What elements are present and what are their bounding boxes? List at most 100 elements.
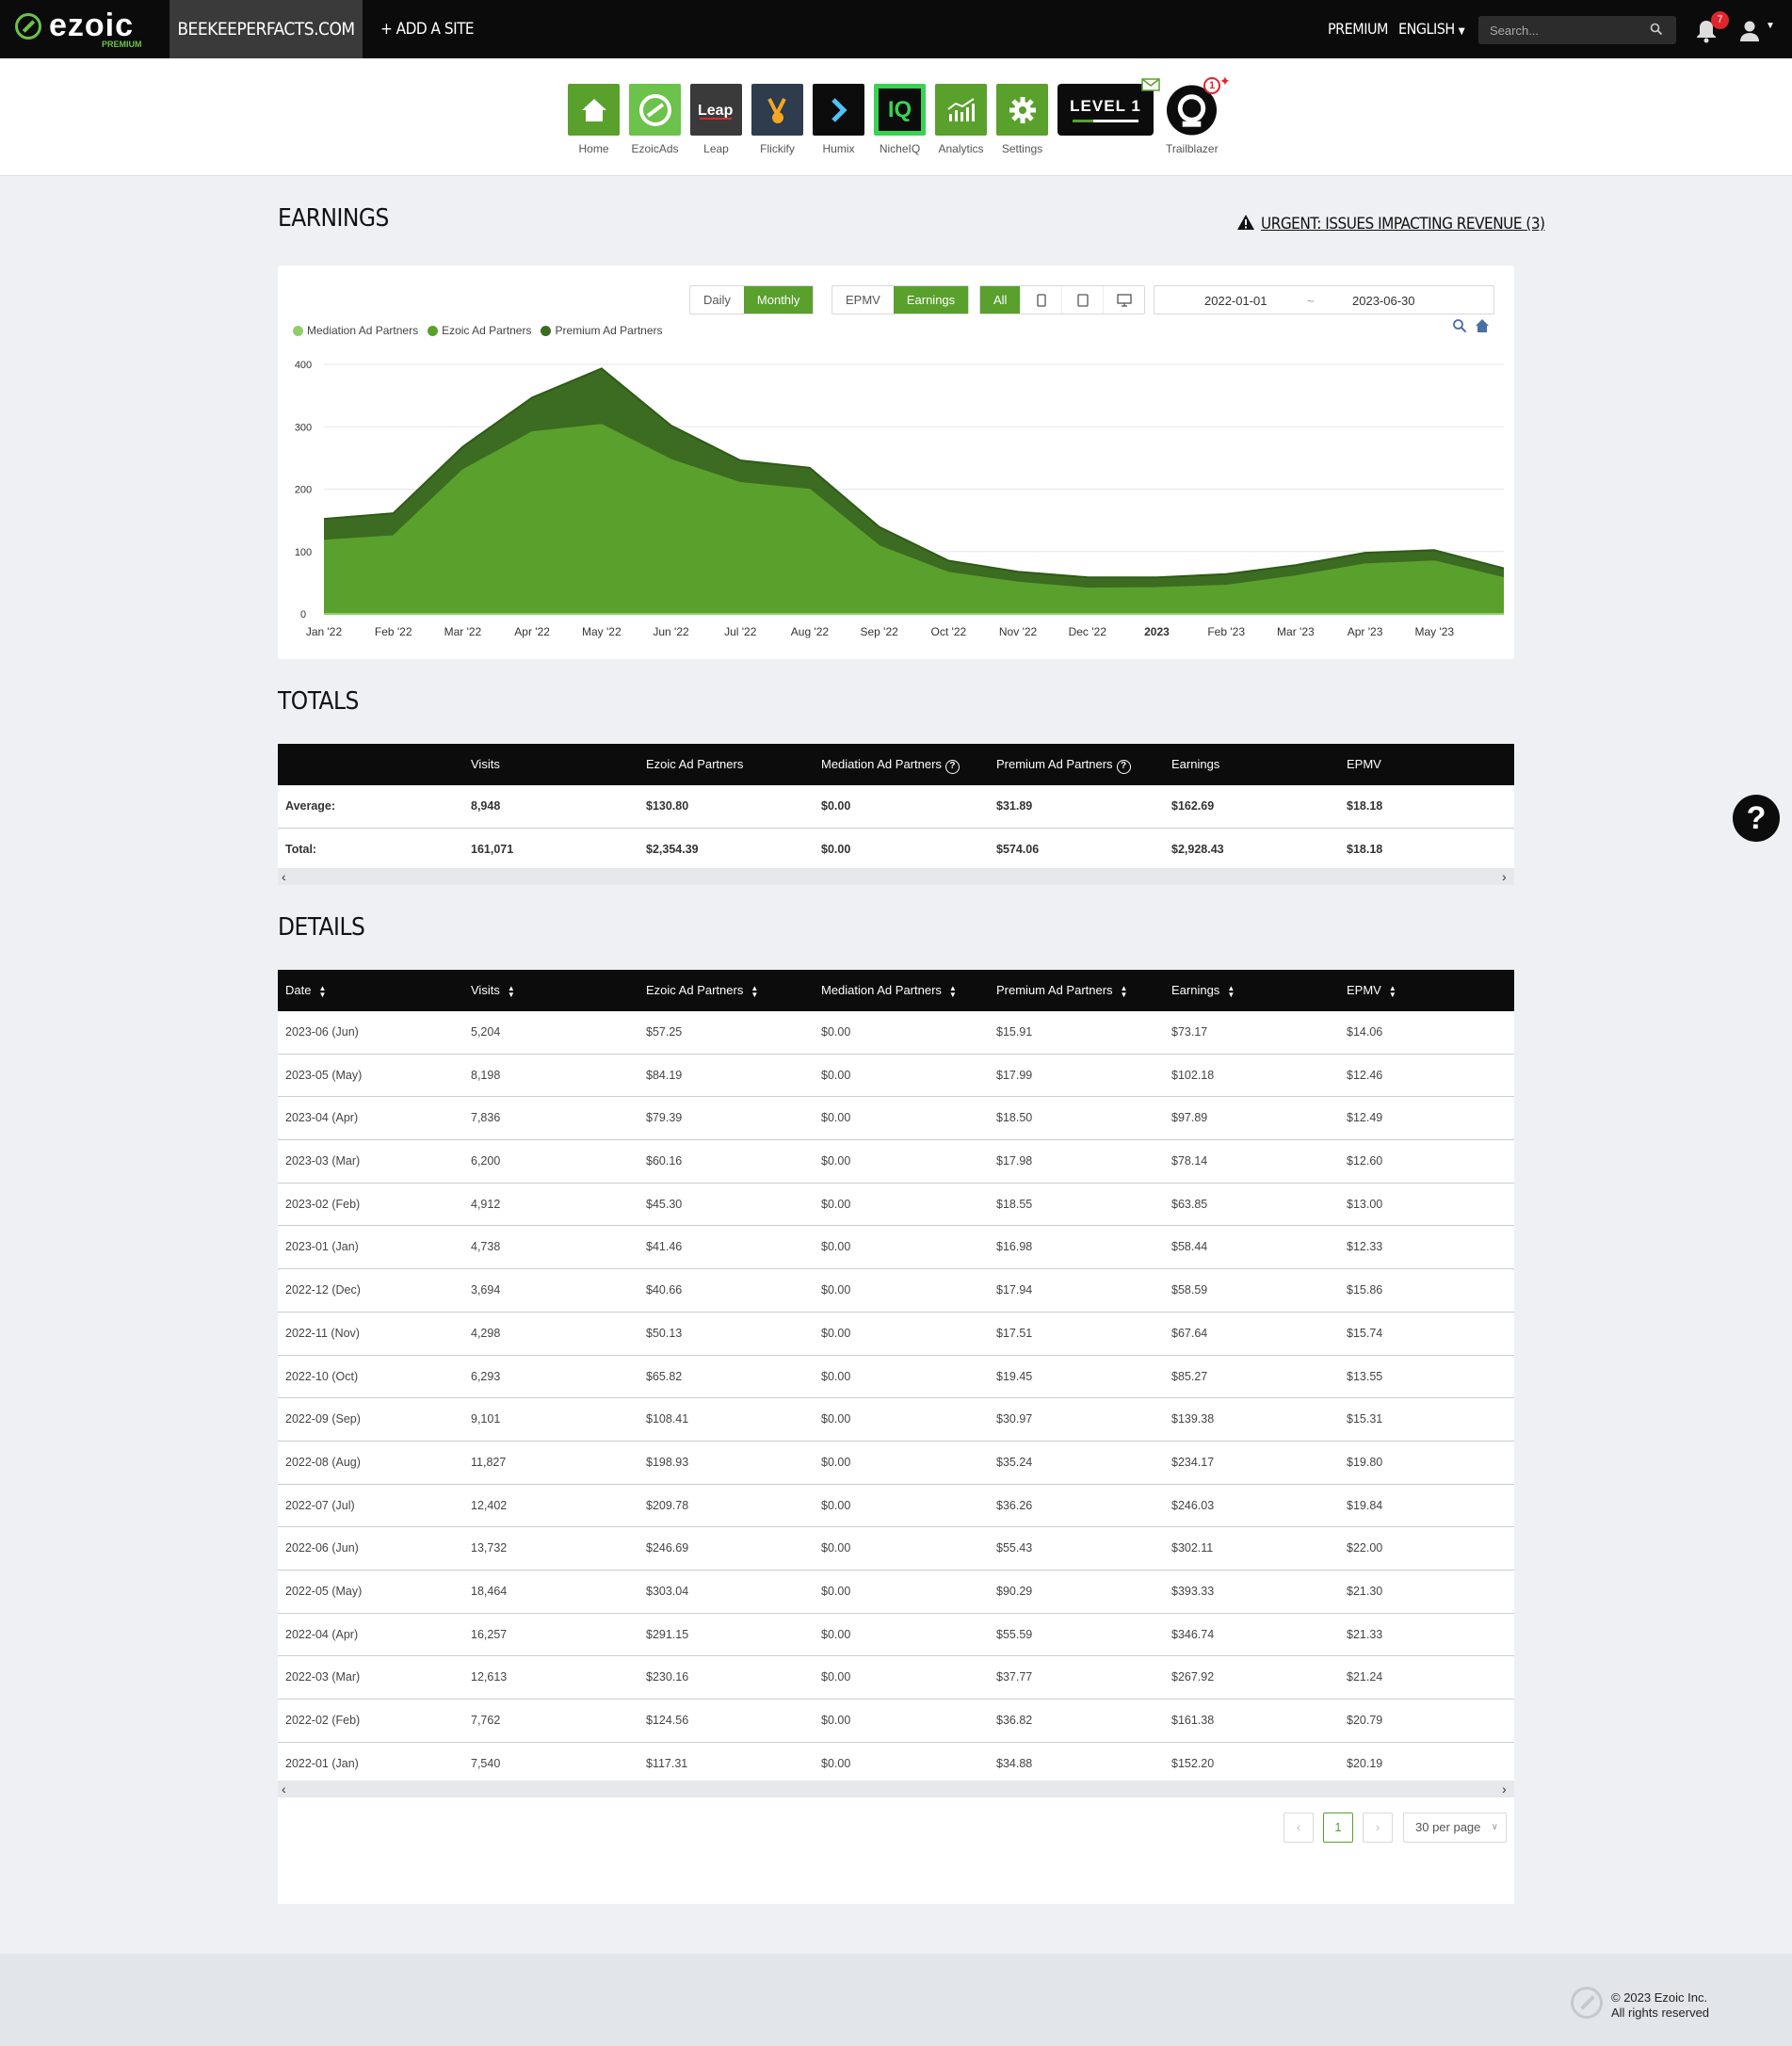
level-progress bbox=[1073, 120, 1138, 122]
table-cell: 4,298 bbox=[471, 1326, 501, 1340]
per-page-select[interactable]: 30 per page ∨ bbox=[1403, 1812, 1507, 1843]
help-icon[interactable]: ? bbox=[944, 760, 960, 774]
caret-down-icon[interactable]: ▼ bbox=[1766, 21, 1775, 31]
table-cell: $393.33 bbox=[1171, 1584, 1215, 1598]
app-humix[interactable]: Humix bbox=[813, 84, 864, 155]
sort-earnings[interactable]: Earnings ▲ ▼ bbox=[1171, 970, 1235, 1011]
sort-icon[interactable]: ▲ ▼ bbox=[751, 984, 758, 998]
sort-icon[interactable]: ▲ ▼ bbox=[318, 984, 326, 998]
app-label: Settings bbox=[1001, 142, 1043, 155]
table-cell: 18,464 bbox=[471, 1584, 508, 1598]
totals-scrollbar[interactable]: ‹ › bbox=[278, 868, 1514, 885]
envelope-icon[interactable] bbox=[1141, 78, 1160, 91]
sort-visits[interactable]: Visits ▲ ▼ bbox=[471, 970, 515, 1011]
app-nicheiq[interactable]: IQ NicheIQ bbox=[874, 84, 926, 155]
x-tick-label: Apr '23 bbox=[1348, 625, 1383, 638]
table-cell: 8,198 bbox=[471, 1068, 501, 1082]
details-body: 2023-06 (Jun) 5,204 $57.25 $0.00 $15.91 $73.1… bbox=[278, 1011, 1514, 1786]
table-cell: 2022-08 (Aug) bbox=[285, 1455, 361, 1469]
table-cell: $17.51 bbox=[996, 1326, 1033, 1340]
col-premium-label: Premium Ad Partners bbox=[996, 757, 1113, 771]
app-home[interactable]: Home bbox=[568, 84, 620, 155]
help-button[interactable]: ? bbox=[1733, 795, 1780, 842]
table-cell: $124.56 bbox=[646, 1714, 689, 1727]
table-cell: $40.66 bbox=[646, 1283, 683, 1297]
y-tick-label: 200 bbox=[295, 485, 312, 496]
sort-icon[interactable]: ▲ ▼ bbox=[1227, 984, 1235, 998]
table-cell: $2,928.43 bbox=[1171, 842, 1224, 856]
app-leap[interactable]: Leap Leap bbox=[690, 84, 742, 155]
next-page-button[interactable]: › bbox=[1363, 1812, 1393, 1843]
table-cell: $2,354.39 bbox=[646, 842, 699, 856]
app-flickify[interactable]: Flickify bbox=[751, 84, 803, 155]
table-cell: $0.00 bbox=[821, 1412, 851, 1426]
app-label: Flickify bbox=[760, 142, 795, 155]
scroll-right-icon[interactable]: › bbox=[1502, 868, 1507, 885]
app-label: NicheIQ bbox=[879, 142, 921, 155]
earnings-heading: EARNINGS bbox=[278, 204, 389, 233]
humix-icon bbox=[813, 84, 864, 136]
level-label: LEVEL 1 bbox=[1070, 97, 1141, 115]
scroll-left-icon[interactable]: ‹ bbox=[282, 868, 286, 885]
app-ezoicads[interactable]: EzoicAds bbox=[629, 84, 681, 155]
table-cell: $17.94 bbox=[996, 1283, 1033, 1297]
details-scrollbar[interactable]: ‹ › bbox=[278, 1780, 1514, 1797]
app-trailblazer[interactable]: Trailblazer bbox=[1166, 84, 1219, 155]
sort-icon[interactable]: ▲ ▼ bbox=[1389, 984, 1396, 998]
level-badge[interactable]: LEVEL 1 bbox=[1057, 84, 1154, 136]
table-cell: $0.00 bbox=[821, 1584, 851, 1598]
chevron-down-icon: ∨ bbox=[1491, 1822, 1498, 1832]
caret-down-icon: ▼ bbox=[1458, 26, 1465, 37]
site-selector[interactable]: BEEKEEPERFACTS.COM bbox=[170, 0, 363, 58]
scroll-right-icon[interactable]: › bbox=[1502, 1780, 1507, 1797]
sort-icon[interactable]: ▲ ▼ bbox=[508, 984, 515, 998]
x-tick-label: Mar '22 bbox=[444, 625, 482, 638]
table-cell: $50.13 bbox=[646, 1326, 683, 1340]
y-tick-label: 0 bbox=[300, 609, 306, 620]
table-cell: $0.00 bbox=[821, 1240, 851, 1254]
table-cell: 2023-03 (Mar) bbox=[285, 1154, 361, 1168]
table-cell: $108.41 bbox=[646, 1412, 689, 1426]
user-icon[interactable] bbox=[1738, 19, 1761, 41]
table-cell: $0.00 bbox=[821, 1111, 851, 1125]
col-mediation-label: Mediation Ad Partners bbox=[821, 983, 942, 997]
sort-mediation[interactable]: Mediation Ad Partners ▲ ▼ bbox=[821, 970, 957, 1011]
table-cell: $60.16 bbox=[646, 1154, 683, 1168]
sort-epmv[interactable]: EPMV ▲ ▼ bbox=[1347, 970, 1396, 1011]
table-cell: 4,912 bbox=[471, 1197, 501, 1211]
table-row: 2023-03 (Mar) 6,200 $60.16 $0.00 $17.98 $78.1… bbox=[278, 1140, 1514, 1184]
table-cell: $97.89 bbox=[1171, 1111, 1208, 1125]
col-date-label: Date bbox=[285, 983, 312, 997]
table-row: 2022-06 (Jun) 13,732 $246.69 $0.00 $55.43 $30… bbox=[278, 1527, 1514, 1571]
page-1-button[interactable]: 1 bbox=[1323, 1812, 1353, 1843]
col-earnings: Earnings bbox=[1171, 757, 1220, 771]
table-row: 2023-04 (Apr) 7,836 $79.39 $0.00 $18.50 $97.8… bbox=[278, 1097, 1514, 1141]
table-row: 2022-05 (May) 18,464 $303.04 $0.00 $90.29 $39… bbox=[278, 1571, 1514, 1614]
table-cell: $85.27 bbox=[1171, 1369, 1208, 1383]
flickify-icon bbox=[751, 84, 803, 136]
add-site-link[interactable]: + ADD A SITE bbox=[380, 0, 475, 58]
sort-premium[interactable]: Premium Ad Partners ▲ ▼ bbox=[996, 970, 1127, 1011]
table-cell: $15.91 bbox=[996, 1025, 1033, 1039]
search-input[interactable] bbox=[1478, 16, 1676, 44]
sort-date[interactable]: Date ▲ ▼ bbox=[285, 970, 326, 1011]
app-analytics[interactable]: Analytics bbox=[935, 84, 987, 155]
scroll-left-icon[interactable]: ‹ bbox=[282, 1780, 286, 1797]
urgent-issues-link[interactable]: URGENT: ISSUES IMPACTING REVENUE (3) bbox=[1236, 214, 1545, 234]
warning-icon bbox=[1237, 215, 1254, 230]
table-cell: $0.00 bbox=[821, 1025, 851, 1039]
table-cell: 2022-03 (Mar) bbox=[285, 1670, 361, 1684]
search-icon[interactable] bbox=[1650, 23, 1663, 36]
premium-link[interactable]: PREMIUM bbox=[1328, 0, 1388, 58]
sort-icon[interactable]: ▲ ▼ bbox=[1121, 984, 1128, 998]
table-cell: $246.69 bbox=[646, 1541, 689, 1555]
help-icon[interactable]: ? bbox=[1116, 760, 1131, 774]
ezoic-logo[interactable]: ezoic PREMIUM bbox=[15, 8, 156, 51]
table-cell: $65.82 bbox=[646, 1369, 683, 1383]
sort-ezoic[interactable]: Ezoic Ad Partners ▲ ▼ bbox=[646, 970, 758, 1011]
table-cell: $67.64 bbox=[1171, 1326, 1208, 1340]
app-settings[interactable]: Settings bbox=[996, 84, 1048, 155]
prev-page-button[interactable]: ‹ bbox=[1283, 1812, 1314, 1843]
language-dropdown[interactable]: ENGLISH ▼ bbox=[1398, 0, 1465, 61]
sort-icon[interactable]: ▲ ▼ bbox=[949, 984, 957, 998]
